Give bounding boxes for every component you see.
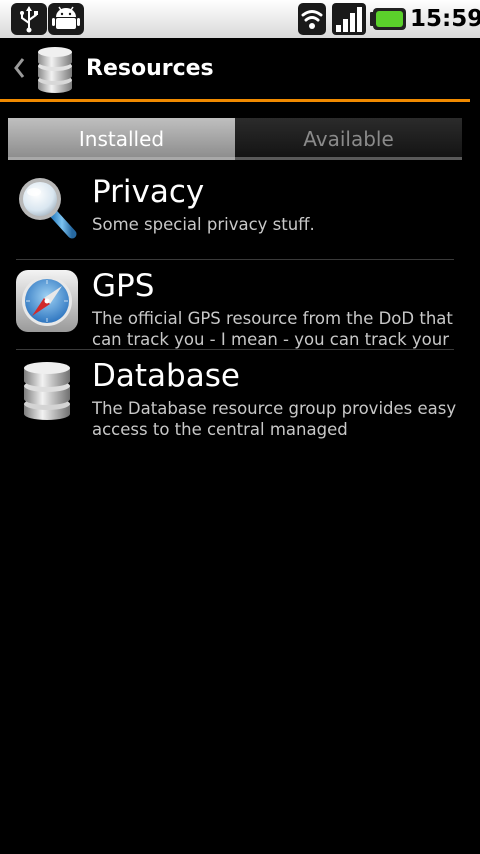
tab-available[interactable]: Available xyxy=(235,118,462,160)
battery-icon xyxy=(370,8,406,30)
item-title: Database xyxy=(92,358,240,394)
back-chevron-icon[interactable] xyxy=(12,56,26,80)
status-clock: 15:59 xyxy=(410,6,480,32)
item-description: The Database resource group provides eas… xyxy=(92,399,457,439)
android-debug-icon xyxy=(48,3,84,35)
database-icon xyxy=(38,47,72,93)
item-description: The official GPS resource from the DoD t… xyxy=(92,309,453,349)
tab-bar: Installed Available xyxy=(8,118,462,160)
title-divider xyxy=(0,99,470,102)
tab-installed[interactable]: Installed xyxy=(8,118,235,160)
item-title: GPS xyxy=(92,268,155,304)
usb-icon xyxy=(11,3,47,35)
signal-icon xyxy=(332,3,366,35)
item-description: Some special privacy stuff. xyxy=(92,215,315,234)
list-item-database[interactable]: Database The Database resource group pro… xyxy=(0,350,480,440)
list-item-privacy[interactable]: Privacy Some special privacy stuff. xyxy=(0,166,480,256)
page-title: Resources xyxy=(86,56,214,81)
status-bar: 15:59 xyxy=(0,0,480,38)
database-icon xyxy=(24,362,70,420)
list-item-gps[interactable]: GPS The official GPS resource from the D… xyxy=(0,260,480,350)
title-bar: Resources xyxy=(0,38,480,100)
compass-icon xyxy=(16,270,78,332)
item-title: Privacy xyxy=(92,174,205,210)
wifi-icon xyxy=(298,3,326,35)
magnifier-icon xyxy=(19,178,77,239)
